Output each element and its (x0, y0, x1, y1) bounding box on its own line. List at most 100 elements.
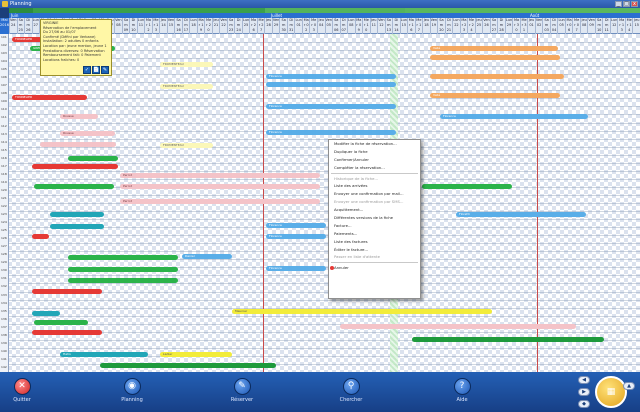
reserve-button[interactable]: ✎ Réserver (222, 378, 262, 403)
day-header-cell[interactable]: Mer 07 (572, 18, 580, 34)
day-header-cell[interactable]: Lun 08 (347, 18, 355, 34)
reservation-bar[interactable]: Daniel (182, 254, 232, 259)
day-header-cell[interactable]: Sam 10 (594, 18, 603, 34)
reservation-bar[interactable]: Vallé (430, 46, 558, 51)
day-header-cell[interactable]: Ven 19 (429, 18, 437, 34)
reservation-bar[interactable]: Perrot (120, 199, 320, 204)
reservation-bar[interactable]: Ladier (160, 352, 232, 357)
day-header-cell[interactable]: Dim 04 (549, 18, 558, 34)
day-header-cell[interactable]: Dim 24 (234, 18, 242, 34)
menu-item[interactable]: Acquittement... (329, 206, 420, 214)
day-header-cell[interactable]: Lun 05 (557, 18, 565, 34)
reservation-bar[interactable] (32, 234, 49, 239)
day-header-cell[interactable]: Dim 11 (602, 18, 610, 34)
edit-icon[interactable]: ✎ (101, 66, 109, 74)
day-header-cell[interactable]: Jeu 11 (369, 18, 378, 34)
reservation-bar[interactable]: Florence (266, 266, 326, 271)
reservation-bar[interactable] (412, 337, 604, 342)
reservation-bar[interactable]: Florence (266, 74, 396, 79)
reservation-bar[interactable]: FROMENTEAU (160, 143, 213, 148)
day-header-cell[interactable]: Lun 27 (31, 18, 40, 34)
day-header-cell[interactable]: Ven 09 (587, 18, 595, 34)
day-header-cell[interactable]: Lun 11 (136, 18, 145, 34)
day-header-cell[interactable]: Mar 12 (144, 18, 152, 34)
reservation-bar[interactable]: Florence (266, 234, 326, 239)
day-header-cell[interactable]: Sam 25 (16, 18, 25, 34)
day-header-cell[interactable]: Sam 06 (332, 18, 340, 34)
day-header-cell[interactable]: Lun 25 (241, 18, 250, 34)
day-header-cell[interactable]: Ven 26 (482, 18, 490, 34)
reservation-bar[interactable] (34, 320, 88, 325)
planning-button[interactable]: ◉ Planning (112, 378, 152, 403)
day-header-cell[interactable]: Mar 09 (354, 18, 363, 34)
reservation-bar[interactable] (266, 82, 396, 87)
calendar-icon[interactable]: ▦ (595, 376, 627, 408)
reservation-bar[interactable] (430, 55, 560, 60)
reservation-bar[interactable]: Florence (266, 223, 326, 228)
reservation-bar[interactable]: Hahn (60, 352, 148, 357)
reservation-bar[interactable] (34, 184, 114, 189)
day-header-cell[interactable]: Mar 30 (512, 18, 520, 34)
help-button[interactable]: ? Aide (442, 378, 482, 403)
day-header-cell[interactable]: Sam 03 (542, 18, 550, 34)
menu-item[interactable]: Annuler (329, 264, 420, 272)
day-header-cell[interactable]: Ven 22 (219, 18, 227, 34)
day-header-cell[interactable]: Mar 06 (564, 18, 573, 34)
menu-item[interactable]: Compléter la réservation... (329, 164, 420, 172)
day-header-cell[interactable]: Ven 15 (166, 18, 174, 34)
menu-item[interactable]: Modifier la fiche de réservation... (329, 140, 420, 148)
day-header-cell[interactable]: Mar 23 (459, 18, 468, 34)
reservation-bar[interactable]: TONNELIER (12, 95, 87, 100)
reservation-bar[interactable]: Meunier (232, 309, 492, 314)
day-header-cell[interactable]: Sam 20 (437, 18, 445, 34)
reservation-bar[interactable] (68, 255, 178, 260)
reservation-bar[interactable] (100, 363, 276, 368)
reservation-bar[interactable]: Rousse (60, 131, 115, 136)
reservation-bar[interactable] (68, 278, 178, 283)
document-icon[interactable]: 📄 (92, 66, 100, 74)
day-header-cell[interactable]: Mer 27 (256, 18, 265, 34)
day-header-cell[interactable]: Mer 03 (309, 18, 317, 34)
day-header-cell[interactable]: Mar 26 (249, 18, 257, 34)
reservation-bar[interactable] (32, 311, 60, 316)
reservation-bar[interactable] (50, 212, 104, 217)
confirm-icon[interactable]: ✓ (83, 66, 91, 74)
reservation-bar[interactable] (430, 74, 564, 79)
reservation-bar[interactable]: FROMENTEAU (160, 62, 213, 67)
day-header-cell[interactable]: Jeu 01 (527, 18, 535, 34)
day-header-cell[interactable]: Dim 07 (339, 18, 348, 34)
close-button[interactable]: x (631, 1, 638, 7)
menu-item[interactable]: Éditer le facture... (329, 246, 420, 254)
reservation-bar[interactable] (40, 142, 116, 147)
reservation-bar[interactable]: Floretti (456, 212, 586, 217)
menu-item[interactable]: Paiements... (329, 230, 420, 238)
day-header-cell[interactable]: Mer 10 (362, 18, 370, 34)
reservation-bar[interactable] (50, 224, 104, 229)
day-header-cell[interactable]: Mer 13 (151, 18, 160, 34)
reservation-bar[interactable] (422, 184, 512, 189)
day-header-cell[interactable]: Sam 23 (226, 18, 235, 34)
planning-grid[interactable]: 101 102 103 104 105 106 107 108 109 110 111 112 113 1… (0, 34, 640, 372)
day-header-cell[interactable]: Jeu 08 (579, 18, 588, 34)
day-header-cell[interactable]: Lun 29 (504, 18, 513, 34)
day-header-cell[interactable]: Mer 20 (204, 18, 212, 34)
reservation-bar[interactable]: Vallé (430, 93, 560, 98)
reservation-bar[interactable]: Florence (266, 104, 396, 109)
day-header-cell[interactable]: Jeu 28 (264, 18, 272, 34)
reservation-bar[interactable]: Florence (266, 130, 396, 135)
day-header-cell[interactable]: Lun 01 (294, 18, 302, 34)
quit-button[interactable]: ✕ Quitter (2, 378, 42, 403)
menu-item[interactable]: Facture... (329, 222, 420, 230)
day-header-cell[interactable]: Mer 31 (519, 18, 528, 34)
day-header-cell[interactable]: Jeu 04 (316, 18, 325, 34)
day-header-cell[interactable]: Dim 14 (392, 18, 400, 34)
menu-item[interactable]: Liste des arrivées (329, 182, 420, 190)
next-icon[interactable]: ▶ (578, 388, 590, 396)
reservation-bar[interactable]: Perrot (120, 173, 320, 178)
day-header-cell[interactable]: Sam 13 (384, 18, 393, 34)
day-header-cell[interactable]: Lun 15 (399, 18, 408, 34)
day-header-cell[interactable]: Mer 17 (414, 18, 423, 34)
reservation-bar[interactable] (32, 164, 118, 169)
day-header-cell[interactable]: Ven 05 (324, 18, 332, 34)
reservation-bar[interactable]: FROMENTEAU (160, 84, 213, 89)
